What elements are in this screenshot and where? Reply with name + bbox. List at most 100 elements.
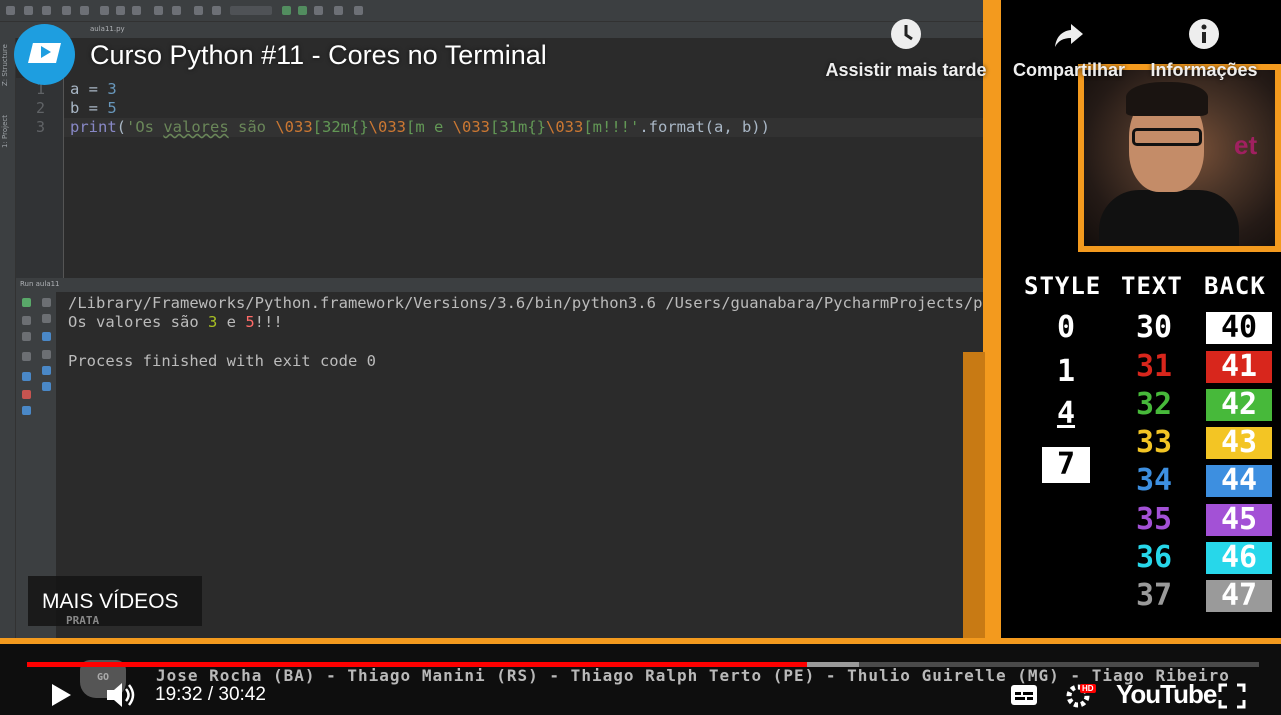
- text-color-code-31: 31: [1135, 349, 1173, 384]
- forward-icon[interactable]: [212, 6, 221, 15]
- help-icon[interactable]: [22, 406, 31, 415]
- back-color-code-40: 40: [1206, 312, 1272, 344]
- style-code-1: 1: [1056, 354, 1076, 389]
- save-icon[interactable]: [24, 6, 33, 15]
- play-icon: [41, 46, 51, 58]
- volume-icon[interactable]: [105, 680, 139, 710]
- redo-icon[interactable]: [80, 6, 89, 15]
- console-exit-line: Process finished with exit code 0: [68, 352, 376, 370]
- code-editor[interactable]: 1 2 3 a = 3 b = 5 print('Os valores são …: [16, 78, 985, 278]
- presenter-hair: [1126, 82, 1208, 116]
- print-icon[interactable]: [42, 366, 51, 375]
- structure-tab[interactable]: Z: Structure: [1, 44, 9, 86]
- trash-icon[interactable]: [42, 382, 51, 391]
- video-title[interactable]: Curso Python #11 - Cores no Terminal: [90, 40, 547, 71]
- text-color-code-30: 30: [1135, 310, 1173, 345]
- back-color-code-45: 45: [1206, 504, 1272, 536]
- rerun-icon[interactable]: [22, 298, 31, 307]
- stop-icon[interactable]: [22, 316, 31, 325]
- text-color-code-36: 36: [1135, 540, 1173, 575]
- progress-played: [27, 662, 807, 667]
- info-label: Informações: [1150, 60, 1258, 80]
- youtube-logo[interactable]: YouTube: [1116, 679, 1217, 710]
- scroll-end-icon[interactable]: [42, 350, 51, 359]
- text-header: TEXT: [1121, 272, 1183, 300]
- back-header: BACK: [1204, 272, 1266, 300]
- share-label: Compartilhar: [1012, 60, 1126, 80]
- run-tab-label[interactable]: Run aula11: [20, 280, 60, 288]
- pause-icon[interactable]: [22, 332, 31, 341]
- find-icon[interactable]: [154, 6, 163, 15]
- text-color-code-37: 37: [1135, 578, 1173, 613]
- watch-later-label: Assistir mais tarde: [825, 60, 987, 80]
- run-config-dropdown[interactable]: [230, 6, 272, 15]
- text-color-code-34: 34: [1135, 463, 1173, 498]
- presenter-shirt: [1099, 190, 1239, 246]
- layout-icon[interactable]: [22, 352, 31, 361]
- prata-badge-text: PRATA: [66, 614, 100, 627]
- copy-icon[interactable]: [116, 6, 125, 15]
- undo-icon[interactable]: [62, 6, 71, 15]
- style-header: STYLE: [1024, 272, 1102, 300]
- help-icon[interactable]: [354, 6, 363, 15]
- back-color-code-46: 46: [1206, 542, 1272, 574]
- style-code-4: 4: [1056, 396, 1076, 431]
- console-command-line: /Library/Frameworks/Python.framework/Ver…: [68, 294, 983, 312]
- console-output-line: Os valores são 3 e 5!!!: [68, 313, 283, 331]
- play-icon[interactable]: [48, 682, 74, 708]
- project-tab[interactable]: 1: Project: [1, 115, 9, 148]
- tab-aula11[interactable]: aula11.py: [90, 25, 125, 33]
- share-icon: [1055, 24, 1083, 47]
- subtitles-icon[interactable]: [1010, 684, 1038, 706]
- clock-icon: [891, 19, 921, 49]
- text-color-code-35: 35: [1135, 502, 1173, 537]
- panel-frame-step: [963, 352, 985, 642]
- tool-window-strip: Z: Structure 1: Project: [0, 38, 16, 640]
- fullscreen-icon[interactable]: [1218, 683, 1246, 709]
- info-icon: [1189, 19, 1219, 49]
- webcam-frame: et: [1078, 64, 1281, 252]
- line-number-gutter: 1 2 3: [16, 78, 64, 278]
- line-number: 3: [35, 118, 45, 136]
- run-panel-header: Run aula11: [16, 278, 985, 292]
- back-color-code-47: 47: [1206, 580, 1272, 612]
- share-button[interactable]: Compartilhar: [1010, 18, 1128, 81]
- background-sign: et: [1234, 130, 1258, 160]
- more-videos-button[interactable]: MAIS VÍDEOS: [28, 576, 202, 626]
- text-color-code-32: 32: [1135, 387, 1173, 422]
- panel-frame: [983, 0, 1001, 640]
- close-icon[interactable]: [22, 390, 31, 399]
- stop-icon[interactable]: [314, 6, 323, 15]
- settings-icon[interactable]: [334, 6, 343, 15]
- code-line-2: b = 5: [70, 99, 117, 117]
- hd-badge: HD: [1080, 684, 1096, 693]
- paste-icon[interactable]: [132, 6, 141, 15]
- time-display: 19:32 / 30:42: [155, 684, 266, 705]
- info-button[interactable]: Informações: [1146, 18, 1262, 81]
- style-code-7: 7: [1042, 447, 1090, 483]
- channel-logo[interactable]: [14, 24, 75, 85]
- code-line-3: print('Os valores são \033[32m{}\033[m e…: [70, 118, 770, 136]
- pycharm-window: aula11.py Z: Structure 1: Project 1 2 3 …: [0, 0, 985, 640]
- replace-icon[interactable]: [172, 6, 181, 15]
- scroll-down-icon[interactable]: [42, 314, 51, 323]
- wrap-icon[interactable]: [42, 332, 51, 341]
- watch-later-button[interactable]: Assistir mais tarde: [822, 18, 990, 81]
- back-color-code-41: 41: [1206, 351, 1272, 383]
- debug-icon[interactable]: [298, 6, 307, 15]
- presenter-webcam: et: [1084, 70, 1275, 246]
- presenter-glasses: [1132, 128, 1202, 146]
- back-icon[interactable]: [194, 6, 203, 15]
- scroll-up-icon[interactable]: [42, 298, 51, 307]
- sync-icon[interactable]: [42, 6, 51, 15]
- code-line-1: a = 3: [70, 80, 117, 98]
- back-color-code-43: 43: [1206, 427, 1272, 459]
- back-color-code-44: 44: [1206, 465, 1272, 497]
- cut-icon[interactable]: [100, 6, 109, 15]
- back-color-code-42: 42: [1206, 389, 1272, 421]
- line-number: 2: [35, 99, 45, 117]
- style-code-0: 0: [1056, 310, 1076, 345]
- run-icon[interactable]: [282, 6, 291, 15]
- open-icon[interactable]: [6, 6, 15, 15]
- pin-icon[interactable]: [22, 372, 31, 381]
